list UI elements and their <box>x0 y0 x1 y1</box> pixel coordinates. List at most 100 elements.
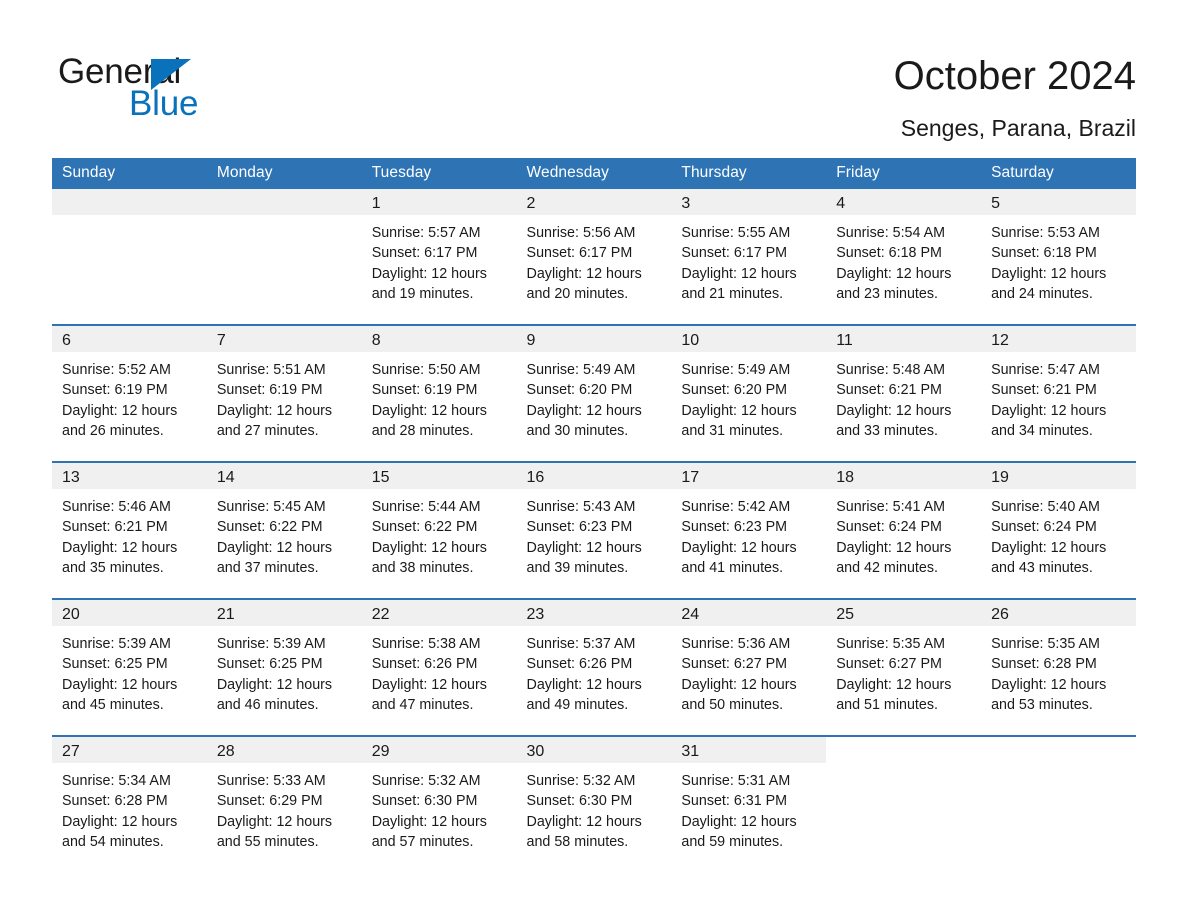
calendar-day-cell[interactable]: 21 Sunrise: 5:39 AM Sunset: 6:25 PM Dayligh… <box>206 600 362 735</box>
daylight-text-line1: Daylight: 12 hours <box>526 402 642 419</box>
calendar-day-cell[interactable]: 12 Sunrise: 5:47 AM Sunset: 6:21 PM Dayligh… <box>981 326 1136 461</box>
daylight-text-line1: Daylight: 12 hours <box>526 265 642 282</box>
calendar-day-cell[interactable]: 4 Sunrise: 5:54 AM Sunset: 6:18 PM Daylight… <box>826 189 982 324</box>
calendar-day-cell[interactable]: 3 Sunrise: 5:55 AM Sunset: 6:17 PM Daylight… <box>671 189 827 324</box>
day-number: 24 <box>671 600 827 626</box>
calendar-cell: 6 Sunrise: 5:52 AM Sunset: 6:19 PM Daylight… <box>52 324 207 462</box>
calendar-day-cell[interactable]: 29 Sunrise: 5:32 AM Sunset: 6:30 PM Dayligh… <box>361 737 517 872</box>
calendar-day-cell[interactable]: 15 Sunrise: 5:44 AM Sunset: 6:22 PM Dayligh… <box>361 463 517 598</box>
sunset-text: Sunset: 6:25 PM <box>62 656 168 673</box>
calendar-day-cell[interactable]: 2 Sunrise: 5:56 AM Sunset: 6:17 PM Daylight… <box>516 189 672 324</box>
calendar-day-cell[interactable]: 11 Sunrise: 5:48 AM Sunset: 6:21 PM Dayligh… <box>826 326 982 461</box>
sunset-text: Sunset: 6:24 PM <box>991 519 1097 536</box>
calendar-cell: 18 Sunrise: 5:41 AM Sunset: 6:24 PM Dayligh… <box>826 461 982 599</box>
sunrise-text: Sunrise: 5:39 AM <box>216 636 326 652</box>
day-number: 31 <box>671 737 827 763</box>
calendar-day-cell[interactable]: 14 Sunrise: 5:45 AM Sunset: 6:22 PM Dayligh… <box>206 463 362 598</box>
calendar-cell <box>52 189 207 325</box>
sunrise-text: Sunrise: 5:57 AM <box>371 225 481 241</box>
calendar-day-cell[interactable]: 1 Sunrise: 5:57 AM Sunset: 6:17 PM Daylight… <box>361 189 517 324</box>
day-details: Sunrise: 5:48 AM Sunset: 6:21 PM Daylight:… <box>826 352 981 441</box>
calendar-day-cell[interactable]: 10 Sunrise: 5:49 AM Sunset: 6:20 PM Dayligh… <box>671 326 827 461</box>
sunrise-text: Sunrise: 5:50 AM <box>371 362 481 378</box>
calendar-day-cell[interactable]: 17 Sunrise: 5:42 AM Sunset: 6:23 PM Dayligh… <box>671 463 827 598</box>
calendar-cell: 8 Sunrise: 5:50 AM Sunset: 6:19 PM Daylight… <box>361 324 517 462</box>
daylight-text-line2: and 19 minutes. <box>371 285 474 302</box>
calendar-cell: 1 Sunrise: 5:57 AM Sunset: 6:17 PM Daylight… <box>361 189 517 325</box>
calendar-day-cell[interactable]: 25 Sunrise: 5:35 AM Sunset: 6:27 PM Dayligh… <box>826 600 982 735</box>
general-blue-logo[interactable]: General Blue <box>58 52 278 123</box>
calendar-day-cell[interactable]: 24 Sunrise: 5:36 AM Sunset: 6:27 PM Dayligh… <box>671 600 827 735</box>
calendar-day-cell[interactable]: 30 Sunrise: 5:32 AM Sunset: 6:30 PM Dayligh… <box>516 737 672 872</box>
sunrise-text: Sunrise: 5:46 AM <box>62 499 171 515</box>
day-details: Sunrise: 5:40 AM Sunset: 6:24 PM Daylight:… <box>981 489 1136 578</box>
daylight-text-line1: Daylight: 12 hours <box>836 539 952 556</box>
daylight-text-line1: Daylight: 12 hours <box>216 676 333 693</box>
day-details: Sunrise: 5:32 AM Sunset: 6:30 PM Daylight:… <box>517 763 672 852</box>
weekday-header-friday: Friday <box>826 158 982 189</box>
day-details: Sunrise: 5:44 AM Sunset: 6:22 PM Daylight:… <box>362 489 517 578</box>
calendar-day-cell[interactable]: 13 Sunrise: 5:46 AM Sunset: 6:21 PM Dayligh… <box>52 463 207 598</box>
sunset-text: Sunset: 6:26 PM <box>526 656 633 673</box>
daylight-text-line1: Daylight: 12 hours <box>216 402 333 419</box>
sunrise-text: Sunrise: 5:42 AM <box>681 499 791 515</box>
daylight-text-line2: and 54 minutes. <box>62 833 164 850</box>
calendar-day-cell[interactable]: 23 Sunrise: 5:37 AM Sunset: 6:26 PM Dayligh… <box>516 600 672 735</box>
daylight-text-line1: Daylight: 12 hours <box>216 813 333 830</box>
calendar-day-cell[interactable]: 9 Sunrise: 5:49 AM Sunset: 6:20 PM Daylight… <box>516 326 672 461</box>
day-details: Sunrise: 5:35 AM Sunset: 6:28 PM Daylight:… <box>981 626 1136 715</box>
calendar-day-cell[interactable]: 5 Sunrise: 5:53 AM Sunset: 6:18 PM Daylight… <box>981 189 1136 324</box>
sunrise-text: Sunrise: 5:33 AM <box>216 773 326 789</box>
daylight-text-line2: and 21 minutes. <box>681 285 784 302</box>
day-details: Sunrise: 5:55 AM Sunset: 6:17 PM Daylight:… <box>671 215 826 304</box>
daylight-text-line1: Daylight: 12 hours <box>371 539 487 556</box>
calendar-cell: 16 Sunrise: 5:43 AM Sunset: 6:23 PM Dayligh… <box>516 461 672 599</box>
daylight-text-line1: Daylight: 12 hours <box>62 676 178 693</box>
calendar-day-cell[interactable]: 22 Sunrise: 5:38 AM Sunset: 6:26 PM Dayligh… <box>361 600 517 735</box>
weekday-header-saturday: Saturday <box>981 158 1136 189</box>
daylight-text-line1: Daylight: 12 hours <box>836 676 952 693</box>
calendar-day-cell[interactable]: 7 Sunrise: 5:51 AM Sunset: 6:19 PM Daylight… <box>206 326 362 461</box>
calendar-cell <box>206 189 362 325</box>
daylight-text-line1: Daylight: 12 hours <box>371 676 487 693</box>
daylight-text-line2: and 51 minutes. <box>836 696 938 713</box>
calendar-cell: 29 Sunrise: 5:32 AM Sunset: 6:30 PM Dayligh… <box>361 735 517 872</box>
calendar-day-cell[interactable]: 28 Sunrise: 5:33 AM Sunset: 6:29 PM Dayligh… <box>206 737 362 872</box>
day-details: Sunrise: 5:47 AM Sunset: 6:21 PM Daylight:… <box>981 352 1136 441</box>
calendar-day-cell[interactable]: 6 Sunrise: 5:52 AM Sunset: 6:19 PM Daylight… <box>52 326 207 461</box>
day-number: 27 <box>52 737 207 763</box>
calendar-day-cell[interactable]: 31 Sunrise: 5:31 AM Sunset: 6:31 PM Dayligh… <box>671 737 827 872</box>
day-number: 12 <box>981 326 1136 352</box>
daylight-text-line2: and 46 minutes. <box>216 696 319 713</box>
calendar-cell: 10 Sunrise: 5:49 AM Sunset: 6:20 PM Dayligh… <box>671 324 827 462</box>
sunset-text: Sunset: 6:21 PM <box>62 519 168 536</box>
daylight-text-line1: Daylight: 12 hours <box>991 265 1107 282</box>
sunset-text: Sunset: 6:17 PM <box>526 245 633 262</box>
day-number: 14 <box>206 463 362 489</box>
calendar-day-cell[interactable]: 19 Sunrise: 5:40 AM Sunset: 6:24 PM Dayligh… <box>981 463 1136 598</box>
calendar-day-cell[interactable]: 16 Sunrise: 5:43 AM Sunset: 6:23 PM Dayligh… <box>516 463 672 598</box>
calendar-day-cell[interactable]: 8 Sunrise: 5:50 AM Sunset: 6:19 PM Daylight… <box>361 326 517 461</box>
calendar-cell: 21 Sunrise: 5:39 AM Sunset: 6:25 PM Dayligh… <box>206 598 362 736</box>
calendar-page: General Blue October 2024 Senges, Parana… <box>0 0 1188 918</box>
calendar-day-cell[interactable]: 27 Sunrise: 5:34 AM Sunset: 6:28 PM Dayligh… <box>52 737 207 872</box>
sunset-text: Sunset: 6:22 PM <box>216 519 323 536</box>
sunrise-text: Sunrise: 5:54 AM <box>836 225 946 241</box>
sunset-text: Sunset: 6:22 PM <box>371 519 478 536</box>
page-title: October 2024 <box>893 54 1136 98</box>
daylight-text-line1: Daylight: 12 hours <box>62 402 178 419</box>
daylight-text-line1: Daylight: 12 hours <box>526 539 642 556</box>
daylight-text-line2: and 42 minutes. <box>836 559 938 576</box>
daylight-text-line2: and 43 minutes. <box>991 559 1093 576</box>
calendar-day-cell[interactable]: 18 Sunrise: 5:41 AM Sunset: 6:24 PM Dayligh… <box>826 463 982 598</box>
calendar-cell: 20 Sunrise: 5:39 AM Sunset: 6:25 PM Dayligh… <box>52 598 207 736</box>
sunset-text: Sunset: 6:19 PM <box>62 382 168 399</box>
sunset-text: Sunset: 6:27 PM <box>836 656 942 673</box>
calendar-table: Sunday Monday Tuesday Wednesday Thursday Frid… <box>52 158 1136 872</box>
sunset-text: Sunset: 6:18 PM <box>836 245 942 262</box>
calendar-day-cell[interactable]: 20 Sunrise: 5:39 AM Sunset: 6:25 PM Dayligh… <box>52 600 207 735</box>
calendar-day-cell[interactable]: 26 Sunrise: 5:35 AM Sunset: 6:28 PM Dayligh… <box>981 600 1136 735</box>
sunset-text: Sunset: 6:19 PM <box>371 382 478 399</box>
day-number: 18 <box>826 463 982 489</box>
day-details: Sunrise: 5:49 AM Sunset: 6:20 PM Daylight:… <box>671 352 826 441</box>
